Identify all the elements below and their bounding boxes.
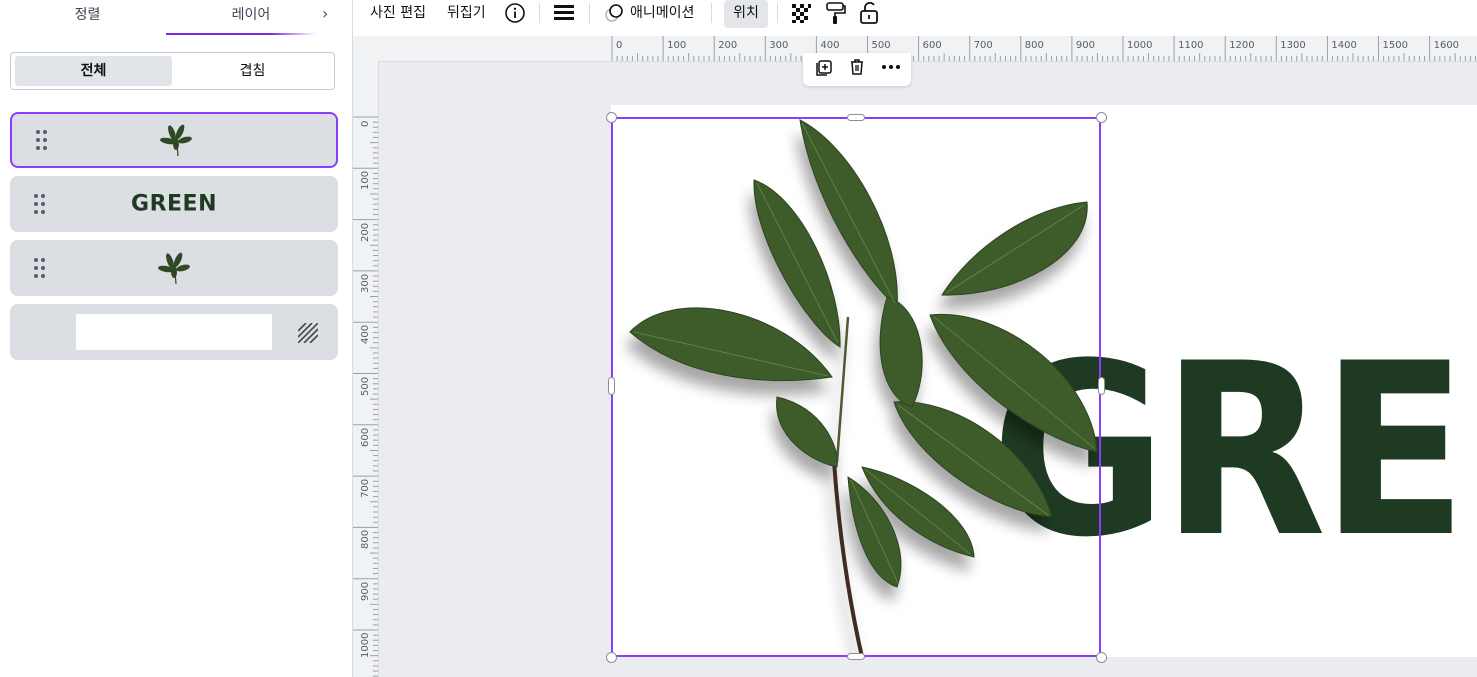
vertical-ruler: 0 100 200 300 400 500 600 700 800 900 1000 (353, 61, 379, 677)
resize-handle-top-right[interactable] (1096, 112, 1107, 123)
ruler-label: 1300 (1280, 40, 1306, 51)
selection-box (611, 117, 1101, 657)
resize-handle-right[interactable] (1098, 377, 1105, 395)
copy-style-icon[interactable] (824, 1, 846, 25)
animation-icon[interactable] (603, 2, 625, 24)
active-tab-indicator (166, 33, 316, 35)
leaf-thumbnail-icon (158, 252, 190, 285)
ruler-label: 200 (360, 222, 371, 242)
more-icon[interactable] (880, 57, 902, 77)
ruler-label: 600 (922, 40, 942, 51)
position-button[interactable]: 위치 (724, 0, 768, 28)
ruler-ticks (611, 36, 1477, 61)
layer-item-leaf[interactable] (10, 240, 338, 296)
ruler-label: 1400 (1331, 40, 1357, 51)
ruler-label: 1000 (1127, 40, 1153, 51)
ruler-label: 800 (360, 530, 371, 550)
ruler-label: 900 (1075, 40, 1095, 51)
resize-handle-bottom-right[interactable] (1096, 652, 1107, 663)
tab-arrange[interactable]: 정렬 (30, 0, 145, 36)
leaf-thumbnail-icon (160, 124, 192, 157)
ruler-label: 0 (360, 120, 371, 127)
resize-handle-bottom-left[interactable] (606, 652, 617, 663)
ruler-label: 300 (769, 40, 789, 51)
ruler-label: 500 (360, 376, 371, 396)
ruler-label: 100 (360, 171, 371, 191)
transparency-icon[interactable] (790, 2, 812, 24)
toolbar-separator (777, 3, 778, 23)
canvas-area[interactable]: 0 100 200 300 400 500 600 700 800 900 1000 1100 1200… (353, 36, 1477, 677)
ruler-label: 300 (360, 273, 371, 293)
flip-button[interactable]: 뒤집기 (447, 0, 486, 28)
filter-overlap-button[interactable]: 겹침 (174, 56, 331, 86)
resize-handle-top[interactable] (847, 114, 865, 121)
chevron-right-icon[interactable]: › (322, 4, 328, 23)
layers-panel: 정렬 레이어 › 전체 겹침 GREEN (0, 0, 352, 677)
filter-all-button[interactable]: 전체 (15, 56, 172, 86)
element-floating-toolbar (803, 53, 911, 86)
horizontal-ruler: 0 100 200 300 400 500 600 700 800 900 1000 1100 1200… (353, 36, 1477, 62)
layer-item-text[interactable]: GREEN (10, 176, 338, 232)
ruler-label: 900 (360, 581, 371, 601)
lock-icon[interactable] (858, 1, 880, 25)
toolbar-separator (711, 3, 712, 23)
layer-filter: 전체 겹침 (10, 52, 335, 90)
context-toolbar: 사진 편집 뒤집기 애니메이션 위치 (353, 0, 1477, 36)
layer-item-background[interactable] (10, 304, 338, 360)
animation-button[interactable]: 애니메이션 (630, 0, 694, 28)
toolbar-separator (539, 3, 540, 23)
delete-icon[interactable] (847, 57, 867, 77)
duplicate-icon[interactable] (813, 57, 833, 77)
ruler-label: 0 (616, 40, 623, 51)
transparency-hatch-icon (298, 323, 318, 343)
ruler-label: 400 (360, 325, 371, 345)
photo-edit-button[interactable]: 사진 편집 (370, 0, 426, 28)
ruler-label: 1500 (1382, 40, 1408, 51)
ruler-label: 800 (1024, 40, 1044, 51)
ruler-label: 100 (667, 40, 687, 51)
ruler-label: 200 (718, 40, 738, 51)
resize-handle-left[interactable] (608, 377, 615, 395)
tab-layers[interactable]: 레이어 (166, 0, 336, 36)
resize-handle-bottom[interactable] (847, 653, 865, 660)
ruler-label: 1200 (1229, 40, 1255, 51)
ruler-label: 1600 (1433, 40, 1460, 51)
layer-text-preview: GREEN (131, 191, 217, 217)
ruler-label: 1000 (360, 632, 371, 658)
ruler-label: 1100 (1178, 40, 1204, 51)
background-thumbnail (76, 314, 272, 350)
ruler-label: 700 (973, 40, 993, 51)
border-style-icon[interactable] (553, 3, 575, 23)
drag-handle-icon[interactable] (36, 130, 48, 150)
resize-handle-top-left[interactable] (606, 112, 617, 123)
ruler-label: 400 (820, 40, 840, 51)
toolbar-separator (589, 3, 590, 23)
ruler-label: 700 (360, 479, 371, 499)
layer-item-leaf-selected[interactable] (10, 112, 338, 168)
ruler-corner (353, 36, 378, 61)
drag-handle-icon[interactable] (34, 258, 46, 278)
info-icon[interactable] (504, 2, 526, 24)
ruler-label: 600 (360, 427, 371, 447)
ruler-label: 500 (871, 40, 891, 51)
